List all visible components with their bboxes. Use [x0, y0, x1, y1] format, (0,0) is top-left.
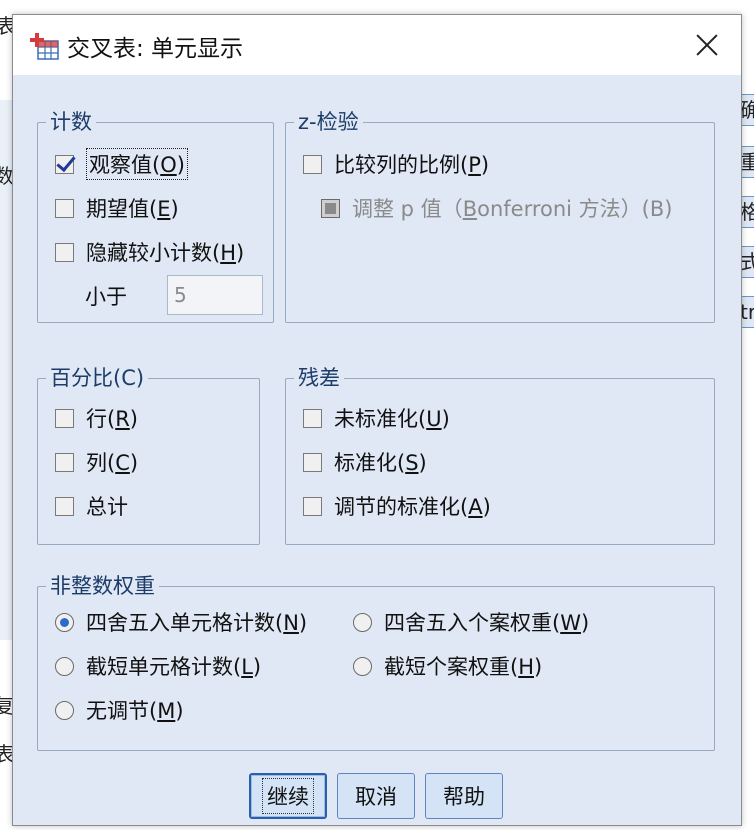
continue-button-label: 继续	[262, 778, 314, 814]
checkbox-icon[interactable]	[303, 154, 322, 174]
observed-checkbox[interactable]: 观察值(O)	[55, 148, 188, 180]
background-tab[interactable]: 格	[740, 196, 754, 228]
compare-column-proportions-label: 比较列的比例(P)	[334, 153, 490, 177]
total-percent-label: 总计	[86, 495, 128, 519]
row-percent-label: 行(R)	[86, 407, 138, 431]
hide-small-counts-checkbox[interactable]: 隐藏较小计数(H)	[55, 237, 244, 267]
close-icon[interactable]	[685, 23, 729, 67]
less-than-label: 小于	[85, 285, 127, 309]
spss-crosstab-icon	[30, 33, 59, 60]
checkbox-icon[interactable]	[55, 452, 74, 472]
adjusted-standardized-checkbox[interactable]: 调节的标准化(A)	[303, 491, 491, 521]
adjust-p-values-label: 调整 p 值（Bonferroni 方法）(B)	[352, 197, 673, 221]
residuals-group-title: 残差	[298, 366, 340, 390]
ztest-group-title: z-检验	[298, 110, 359, 134]
checkbox-icon[interactable]	[55, 242, 74, 262]
noninteger-weights-group-title: 非整数权重	[50, 574, 155, 598]
no-adjustment-label: 无调节(M)	[86, 699, 184, 723]
checkbox-icon[interactable]	[55, 198, 74, 218]
round-case-weights-radio[interactable]: 四舍五入个案权重(W)	[353, 607, 589, 637]
round-case-weights-label: 四舍五入个案权重(W)	[384, 611, 590, 635]
expected-label: 期望值(E)	[86, 197, 179, 221]
truncate-cell-counts-radio[interactable]: 截短单元格计数(L)	[55, 651, 261, 681]
expected-checkbox[interactable]: 期望值(E)	[55, 193, 179, 223]
dialog-body: 计数 观察值(O) 期望值(E) 隐藏较小计数(H) 小于 z-检验 比较列的比…	[13, 75, 741, 825]
adjusted-standardized-label: 调节的标准化(A)	[334, 495, 491, 519]
background-tab[interactable]: 式	[740, 246, 754, 278]
row-percent-checkbox[interactable]: 行(R)	[55, 403, 138, 433]
checkbox-icon[interactable]	[55, 496, 74, 516]
help-button-label: 帮助	[443, 785, 485, 809]
title-bar: 交叉表: 单元显示	[13, 15, 741, 75]
checkbox-icon[interactable]	[303, 496, 322, 516]
standardized-label: 标准化(S)	[334, 451, 427, 475]
truncate-case-weights-radio[interactable]: 截短个案权重(H)	[353, 651, 542, 681]
continue-button[interactable]: 继续	[249, 773, 327, 819]
radio-icon[interactable]	[353, 612, 372, 632]
checkbox-icon[interactable]	[303, 452, 322, 472]
observed-label: 观察值(O)	[86, 148, 188, 180]
cell-display-dialog: 交叉表: 单元显示 计数 观察值(O) 期望值(E) 隐藏较小计数(H) 小于 …	[12, 14, 742, 826]
round-cell-counts-radio[interactable]: 四舍五入单元格计数(N)	[55, 607, 307, 637]
checkbox-icon[interactable]	[303, 408, 322, 428]
standardized-checkbox[interactable]: 标准化(S)	[303, 447, 427, 477]
checkbox-checked-icon[interactable]	[55, 154, 74, 174]
column-percent-checkbox[interactable]: 列(C)	[55, 447, 138, 477]
round-cell-counts-label: 四舍五入单元格计数(N)	[86, 611, 308, 635]
compare-column-proportions-checkbox[interactable]: 比较列的比例(P)	[303, 149, 489, 179]
no-adjustment-radio[interactable]: 无调节(M)	[55, 695, 184, 725]
cancel-button-label: 取消	[355, 785, 397, 809]
percentages-group-title: 百分比(C)	[50, 366, 145, 390]
radio-selected-icon[interactable]	[55, 612, 74, 632]
radio-icon[interactable]	[55, 656, 74, 676]
unstandardized-checkbox[interactable]: 未标准化(U)	[303, 403, 450, 433]
background-tab[interactable]: tr	[740, 296, 754, 328]
checkbox-icon[interactable]	[55, 408, 74, 428]
total-percent-checkbox[interactable]: 总计	[55, 491, 128, 521]
cancel-button[interactable]: 取消	[337, 773, 415, 819]
checkbox-disabled-icon[interactable]	[321, 198, 340, 218]
background-tab[interactable]: 重	[740, 146, 754, 178]
radio-icon[interactable]	[353, 656, 372, 676]
help-button[interactable]: 帮助	[425, 773, 503, 819]
hide-small-counts-label: 隐藏较小计数(H)	[86, 241, 245, 265]
radio-icon[interactable]	[55, 700, 74, 720]
unstandardized-label: 未标准化(U)	[334, 407, 450, 431]
adjust-p-values-checkbox[interactable]: 调整 p 值（Bonferroni 方法）(B)	[321, 193, 672, 223]
truncate-case-weights-label: 截短个案权重(H)	[384, 655, 543, 679]
truncate-cell-counts-label: 截短单元格计数(L)	[86, 655, 262, 679]
counts-group-title: 计数	[50, 110, 92, 134]
less-than-input[interactable]	[167, 275, 263, 315]
dialog-title: 交叉表: 单元显示	[67, 36, 244, 62]
column-percent-label: 列(C)	[86, 451, 139, 475]
background-tab[interactable]: 确	[740, 94, 754, 126]
